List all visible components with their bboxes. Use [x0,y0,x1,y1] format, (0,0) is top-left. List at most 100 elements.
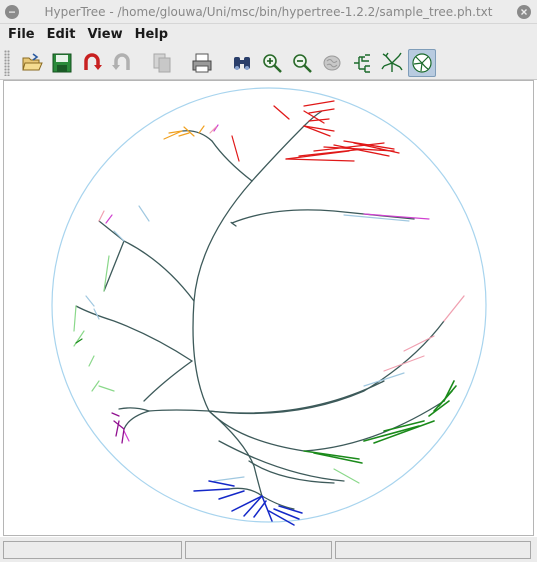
light-blue-leaf-branch[interactable] [113,230,125,242]
open-folder-icon [22,52,43,70]
rectangular-tree-icon [354,53,370,73]
trunk-branch[interactable] [75,305,193,362]
blue-leaf-branch[interactable] [268,510,295,526]
trunk-branches[interactable] [75,110,445,510]
blue-leaf-branch[interactable] [193,488,230,492]
red-leaf-branch[interactable] [298,148,365,157]
light-blue-leaf-branch[interactable] [213,476,245,482]
light-green-leaf-branch[interactable] [73,330,85,347]
menu-bar: File Edit View Help [0,24,537,46]
menu-file[interactable]: File [2,24,41,46]
clade-green[interactable] [75,338,457,464]
trunk-branch[interactable] [248,460,335,484]
red-leaf-branch[interactable] [303,125,335,132]
status-field-2 [185,540,332,559]
trunk-branch[interactable] [181,130,213,142]
disk-boundary-circle [51,87,487,523]
blue-leaf-branch[interactable] [243,495,263,517]
trunk-branch[interactable] [231,209,415,224]
toolbar [0,46,537,80]
close-icon[interactable] [517,5,531,19]
trunk-branch[interactable] [143,360,193,402]
clade-light-green[interactable] [73,255,360,484]
print-button[interactable] [188,49,216,77]
magenta-leaf-branch[interactable] [123,430,130,442]
blue-leaf-branch[interactable] [231,495,263,512]
red-leaf-branch[interactable] [343,140,395,150]
trunk-branch[interactable] [208,320,445,415]
blue-leaf-branch[interactable] [208,480,235,487]
purple-leaf-branch[interactable] [121,428,125,444]
blue-leaf-branch[interactable] [218,490,245,500]
menu-edit[interactable]: Edit [41,24,82,46]
menu-help[interactable]: Help [129,24,174,46]
trunk-branch[interactable] [192,180,253,412]
zoom-out-icon [293,53,312,73]
purple-leaf-branch[interactable] [111,412,120,417]
hyperbolic-layout-button[interactable] [408,48,436,77]
open-button[interactable] [18,49,46,77]
unit-disk-boundary [51,87,487,523]
title-bar[interactable]: HyperTree - /home/glouwa/Uni/msc/bin/hyp… [0,0,537,24]
pink-leaf-branch[interactable] [383,355,425,372]
status-field-1 [3,540,183,559]
red-leaf-branch[interactable] [231,135,240,162]
redo-icon [112,52,130,70]
blue-leaf-branch[interactable] [261,495,273,522]
clade-blue[interactable] [193,480,303,526]
save-icon [52,53,72,72]
redo-button[interactable] [108,49,136,77]
brain-icon [323,55,341,70]
print-icon [192,53,212,72]
light-green-leaf-branch[interactable] [98,385,115,392]
pink-leaf-branch[interactable] [443,295,465,322]
red-leaf-branch[interactable] [273,105,290,120]
green-leaf-branch[interactable] [363,425,420,442]
trunk-branch[interactable] [211,140,253,182]
orange-leaf-branch[interactable] [198,125,205,134]
red-leaf-branch[interactable] [303,125,331,137]
light-green-leaf-branch[interactable] [88,355,95,367]
light-green-leaf-branch[interactable] [91,380,100,392]
clade-pink[interactable] [98,210,465,372]
save-button[interactable] [48,49,76,77]
light-blue-leaf-branch[interactable] [85,295,95,307]
status-bar [0,537,537,562]
pink-leaf-branch[interactable] [98,210,105,222]
hyperbolic-tree-icon [412,52,432,73]
orange-leaf-branch[interactable] [178,132,190,137]
zoom-out-button[interactable] [288,49,316,77]
radial-tree-icon [381,52,403,72]
rectangular-layout-button[interactable] [348,49,376,77]
trunk-branch[interactable] [98,220,195,302]
green-leaf-branch[interactable] [303,450,360,460]
radial-layout-button[interactable] [378,49,406,77]
trunk-branch[interactable] [118,407,150,412]
clade-purple[interactable] [111,412,125,444]
red-leaf-branch[interactable] [303,100,335,107]
find-button[interactable] [228,49,256,77]
red-leaf-branch[interactable] [308,108,335,114]
zoom-in-icon [263,53,282,73]
trunk-branch[interactable] [123,409,210,430]
light-blue-leaf-branch[interactable] [138,205,150,222]
menu-view[interactable]: View [81,24,128,46]
toolbar-grip[interactable] [4,49,10,76]
light-blue-leaf-branch[interactable] [363,372,405,387]
brain-button[interactable] [318,49,346,77]
red-leaf-branch[interactable] [285,158,355,162]
light-green-leaf-branch[interactable] [73,305,77,332]
clade-red[interactable] [231,100,400,162]
magenta-leaf-branch[interactable] [105,214,113,224]
trunk-branch[interactable] [208,400,445,452]
copy-button[interactable] [148,49,176,77]
hyperbolic-tree-view[interactable] [4,81,535,537]
find-binoculars-icon [234,56,250,70]
trunk-branch[interactable] [208,380,385,414]
undo-button[interactable] [78,49,106,77]
trunk-branch[interactable] [251,125,305,182]
status-field-3 [334,540,531,559]
zoom-in-button[interactable] [258,49,286,77]
clade-magenta[interactable] [105,124,219,442]
tree-canvas[interactable] [3,80,534,536]
